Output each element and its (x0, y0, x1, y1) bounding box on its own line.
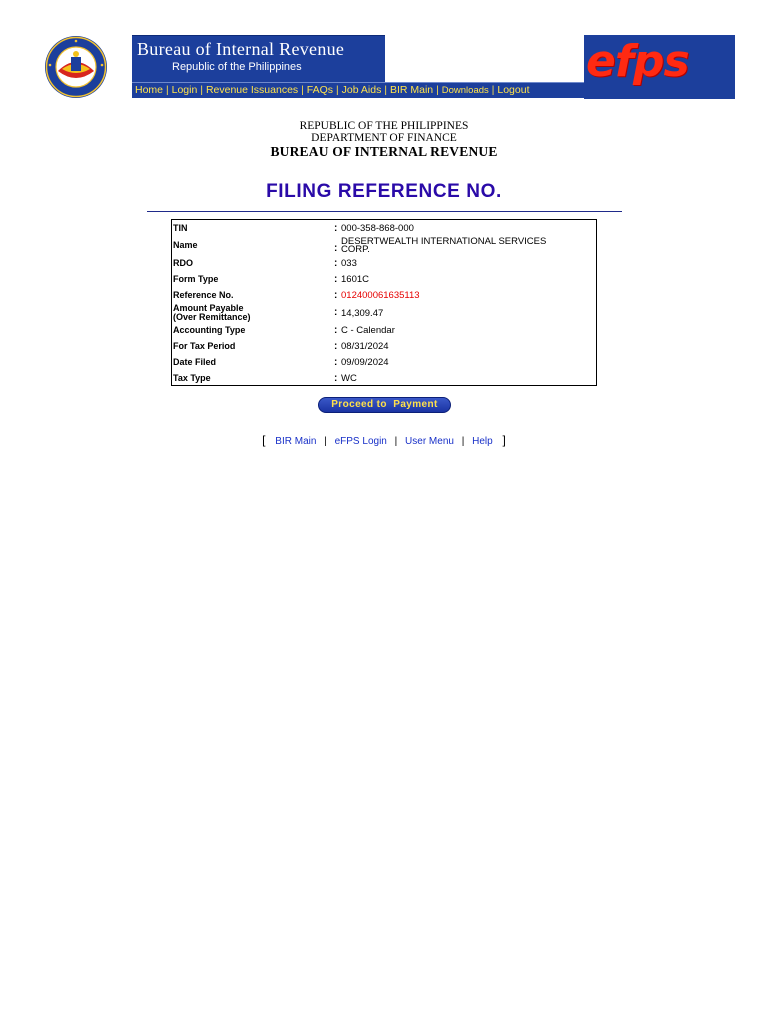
open-bracket: [ (262, 433, 266, 447)
colon: : (334, 243, 338, 254)
colon: : (334, 357, 338, 368)
value-reference-no: 012400061635113 (341, 290, 420, 301)
org-name: Bureau of Internal Revenue (137, 39, 345, 59)
header-republic: REPUBLIC OF THE PHILIPPINES (299, 120, 469, 132)
link-help[interactable]: Help (469, 436, 496, 447)
nav-home[interactable]: Home (132, 83, 166, 98)
filing-info-table: TIN : 000-358-868-000 Name : DESERTWEALT… (171, 219, 597, 386)
value-form-type: 1601C (341, 274, 369, 285)
bir-seal-icon (45, 36, 107, 98)
label-form-type: Form Type (173, 274, 219, 284)
label-name: Name (173, 240, 198, 250)
page-title: FILING REFERENCE NO. (266, 181, 502, 202)
org-subtitle: Republic of the Philippines (172, 61, 302, 73)
colon: : (334, 223, 338, 234)
value-tax-period: 08/31/2024 (341, 341, 389, 352)
efps-logo-box: efps (584, 35, 735, 99)
nav-faqs[interactable]: FAQs (304, 83, 336, 98)
value-accounting-type: C - Calendar (341, 325, 395, 336)
colon: : (334, 258, 338, 269)
label-date-filed: Date Filed (173, 357, 217, 367)
colon: : (334, 341, 338, 352)
header-department: DEPARTMENT OF FINANCE (311, 132, 457, 144)
label-over-remittance: (Over Remittance) (173, 312, 251, 322)
site-banner: Bureau of Internal Revenue Republic of t… (36, 35, 735, 99)
efps-logo: efps (586, 36, 690, 87)
value-tin: 000-358-868-000 (341, 223, 414, 234)
value-name-line1: DESERTWEALTH INTERNATIONAL SERVICES (341, 236, 547, 247)
link-separator: | (324, 436, 327, 447)
link-efps-login[interactable]: eFPS Login (332, 436, 390, 447)
bottom-links: [ BIR Main | eFPS Login | User Menu | He… (0, 433, 768, 447)
colon: : (334, 373, 338, 384)
top-nav: Home | Login | Revenue Issuances | FAQs … (132, 82, 588, 98)
proceed-to-payment-button[interactable]: Proceed to Payment (318, 397, 451, 413)
colon: : (334, 274, 338, 285)
label-accounting-type: Accounting Type (173, 325, 246, 335)
nav-downloads[interactable]: Downloads (439, 83, 492, 98)
label-tax-type: Tax Type (173, 373, 211, 383)
label-tax-period: For Tax Period (173, 341, 236, 351)
colon: : (334, 290, 338, 301)
link-separator: | (394, 436, 398, 447)
value-date-filed: 09/09/2024 (341, 357, 389, 368)
colon: : (334, 307, 338, 318)
bir-title-box: Bureau of Internal Revenue Republic of t… (132, 35, 385, 83)
label-reference-no: Reference No. (173, 290, 234, 300)
header-bureau: BUREAU OF INTERNAL REVENUE (270, 144, 498, 159)
value-rdo: 033 (341, 258, 357, 269)
nav-revenue-issuances[interactable]: Revenue Issuances (203, 83, 301, 98)
link-bir-main[interactable]: BIR Main (272, 436, 319, 447)
close-bracket: ] (502, 433, 506, 447)
link-separator: | (461, 436, 465, 447)
value-name-line2: CORP. (341, 244, 370, 255)
nav-logout[interactable]: Logout (494, 83, 532, 98)
link-user-menu[interactable]: User Menu (402, 436, 457, 447)
value-tax-type: WC (341, 373, 357, 384)
label-tin: TIN (173, 223, 188, 233)
nav-job-aids[interactable]: Job Aids (339, 83, 385, 98)
label-rdo: RDO (173, 258, 193, 268)
title-divider (147, 211, 622, 212)
nav-bir-main[interactable]: BIR Main (387, 83, 436, 98)
colon: : (334, 325, 338, 336)
value-amount-payable: 14,309.47 (341, 308, 384, 319)
nav-login[interactable]: Login (169, 83, 201, 98)
